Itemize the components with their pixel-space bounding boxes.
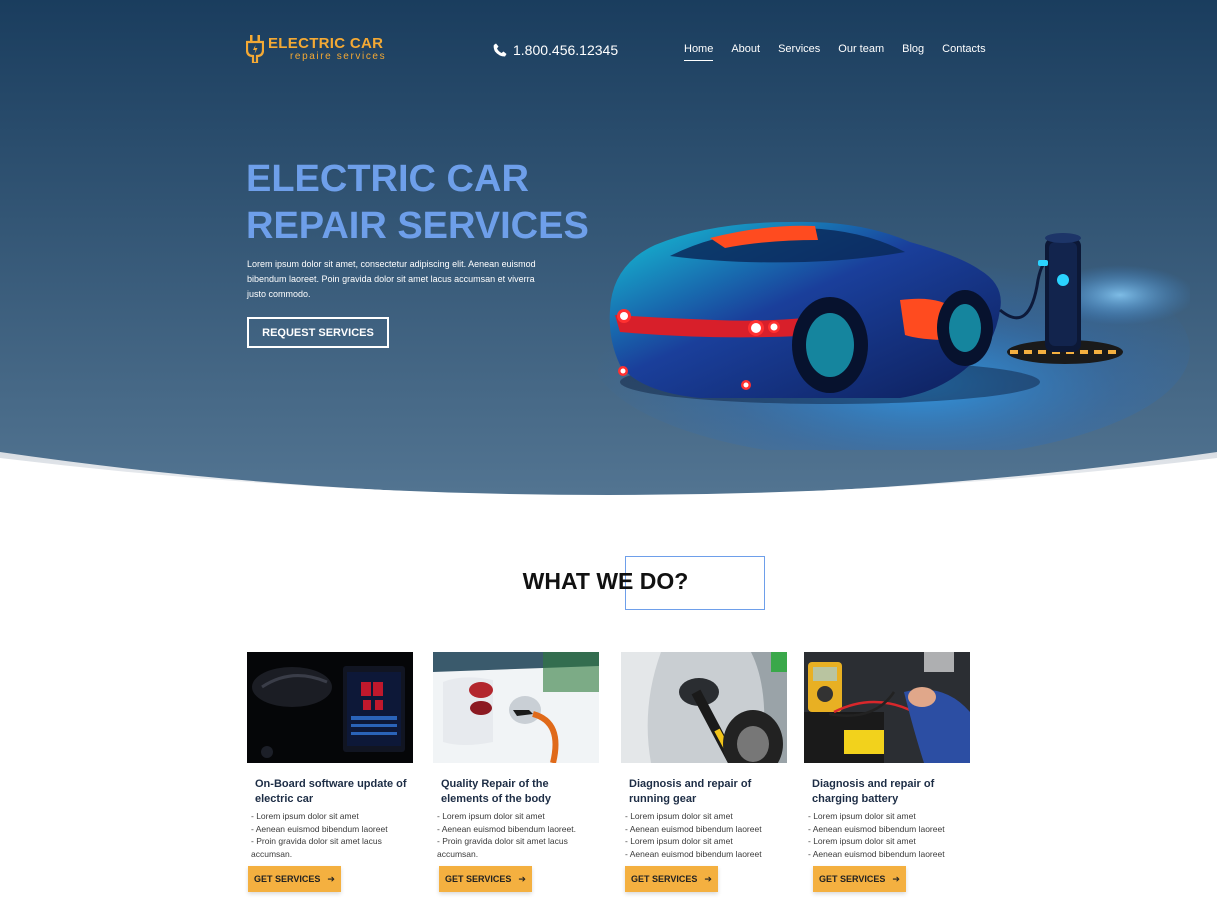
list-item: - Lorem ipsum dolor sit amet [625,811,733,821]
list-item: - Aenean euismod bibendum laoreet [808,848,945,859]
list-item: - Aenean euismod bibendum laoreet [808,823,945,834]
phone-number: 1.800.456.12345 [513,42,619,58]
service-card-battery: Diagnosis and repair of charging battery… [804,652,971,892]
list-item: - Aenean euismod bibendum laoreet [251,823,388,834]
nav-services[interactable]: Services [778,43,820,55]
service-card-running-gear: Diagnosis and repair of running gear - L… [621,652,788,892]
phone-icon [493,43,507,57]
list-item: - Lorem ipsum dolor sit amet [625,836,733,847]
button-label: GET SERVICES [631,874,698,884]
plug-icon [246,35,264,63]
service-features: - Lorem ipsum dolor sit amet - Aenean eu… [433,810,593,860]
get-services-button[interactable]: GET SERVICES ➔ [248,866,341,892]
arrow-right-icon: ➔ [327,873,335,884]
nav-home[interactable]: Home [684,43,714,61]
section-title-text: WHAT WE DO? [522,568,689,594]
arrow-right-icon: ➔ [892,873,900,884]
section-title: WHAT WE DO? [0,568,1217,595]
list-item: - Proin gravida dolor sit amet lacus acc… [437,836,568,859]
logo-subtitle: repaire services [290,51,387,62]
nav-contacts[interactable]: Contacts [942,43,985,55]
list-item: - Lorem ipsum dolor sit amet [808,811,916,821]
nav-blog[interactable]: Blog [902,43,924,55]
electric-car-illustration [590,221,1190,450]
get-services-button[interactable]: GET SERVICES ➔ [439,866,532,892]
main-nav: Home About Services Our team Blog Contac… [684,43,1004,61]
list-item: - Lorem ipsum dolor sit amet [437,811,545,821]
dashboard-display-photo [247,652,413,763]
service-features: - Lorem ipsum dolor sit amet - Aenean eu… [247,810,407,860]
get-services-button[interactable]: GET SERVICES ➔ [625,866,718,892]
nav-our-team[interactable]: Our team [838,43,884,55]
arrow-right-icon: ➔ [704,873,712,884]
service-title: Diagnosis and repair of charging battery [812,778,935,805]
services-grid: On-Board software update of electric car… [246,652,970,900]
hero-section: ELECTRIC CAR repaire services 1.800.456.… [0,0,1217,520]
button-label: GET SERVICES [254,874,321,884]
service-title: Quality Repair of the elements of the bo… [441,778,552,805]
list-item: - Aenean euismod bibendum laoreet [625,823,762,834]
service-title: On-Board software update of electric car [255,778,407,805]
list-item: - Lorem ipsum dolor sit amet [808,836,916,847]
arrow-right-icon: ➔ [518,873,526,884]
nav-about[interactable]: About [731,43,760,55]
list-item: - Aenean euismod bibendum laoreet [625,848,762,859]
list-item: - Lorem ipsum dolor sit amet [251,811,359,821]
service-title: Diagnosis and repair of running gear [629,778,752,805]
service-card-body: Quality Repair of the elements of the bo… [433,652,600,892]
hero-description: Lorem ipsum dolor sit amet, consectetur … [247,259,536,299]
multimeter-battery-photo [804,652,970,763]
charging-port-wheel-photo [621,652,787,778]
service-features: - Lorem ipsum dolor sit amet - Aenean eu… [804,810,964,860]
service-card-software: On-Board software update of electric car… [247,652,414,892]
list-item: - Aenean euismod bibendum laoreet. [437,823,576,834]
get-services-button[interactable]: GET SERVICES ➔ [813,866,906,892]
car-charging-plug-photo [433,652,599,764]
logo-title: ELECTRIC CAR [268,35,384,52]
list-item: - Proin gravida dolor sit amet lacus acc… [251,836,382,859]
phone-contact[interactable]: 1.800.456.12345 [493,42,618,58]
service-features: - Lorem ipsum dolor sit amet - Aenean eu… [621,810,781,860]
button-label: GET SERVICES [445,874,512,884]
request-services-button[interactable]: REQUEST SERVICES [247,317,389,348]
logo[interactable]: ELECTRIC CAR repaire services [246,34,386,64]
button-label: GET SERVICES [819,874,886,884]
